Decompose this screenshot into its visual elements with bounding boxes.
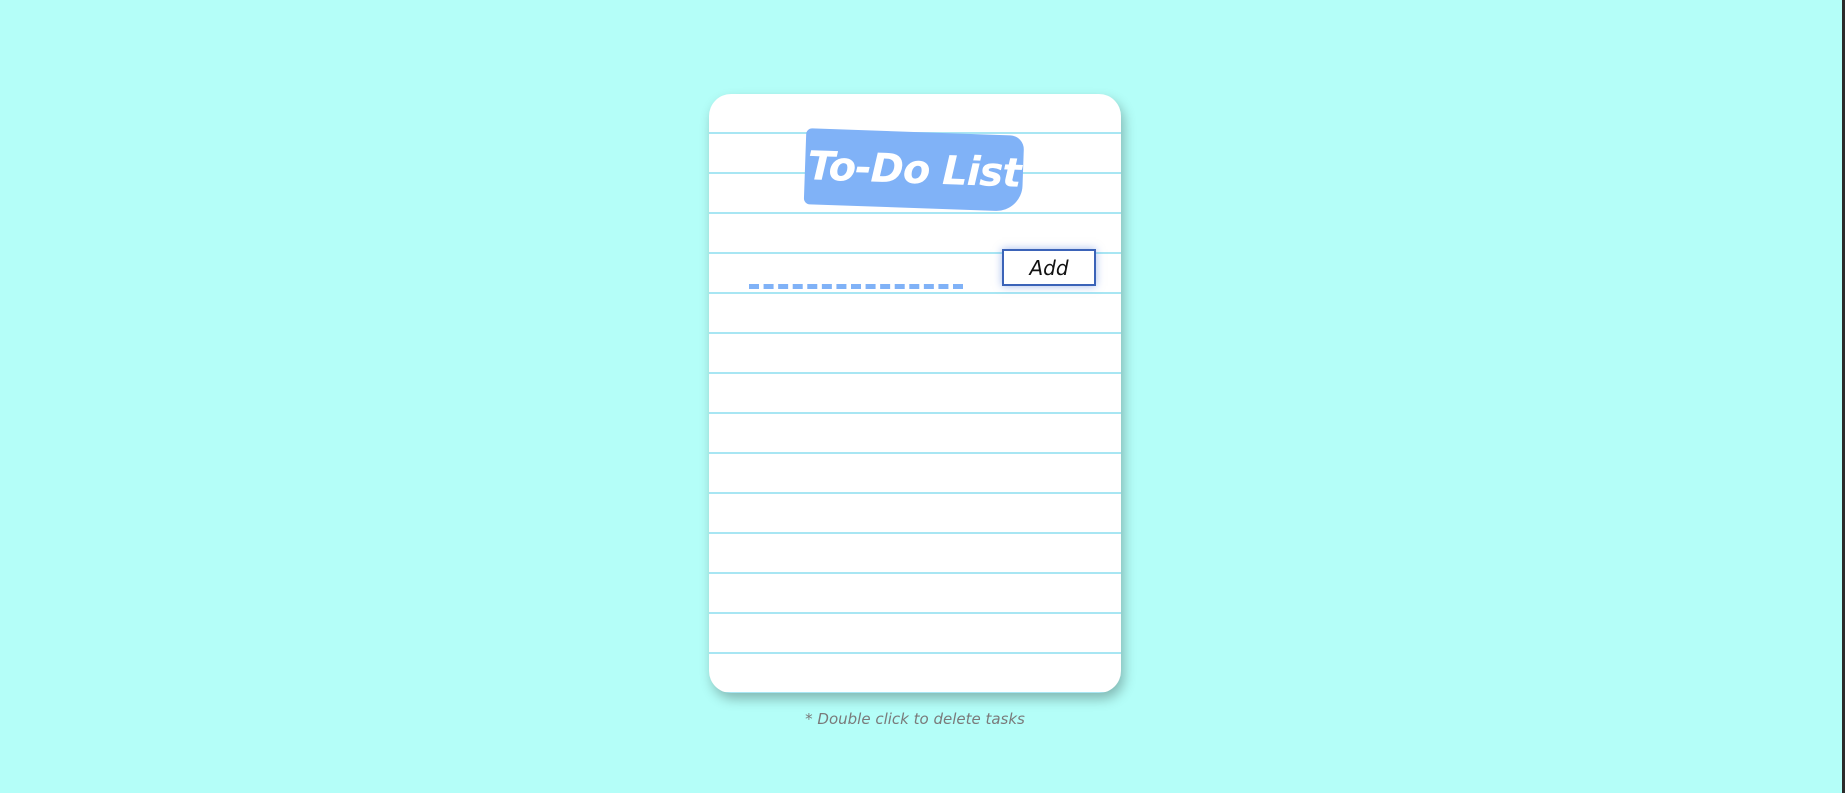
title-tag: To-Do List	[803, 128, 1025, 212]
task-input[interactable]	[749, 249, 963, 289]
delete-hint: * Double click to delete tasks	[805, 710, 1025, 728]
add-button[interactable]: Add	[1002, 249, 1096, 286]
page-title: To-Do List	[806, 143, 1022, 197]
todo-card: To-Do List Add	[709, 94, 1121, 693]
